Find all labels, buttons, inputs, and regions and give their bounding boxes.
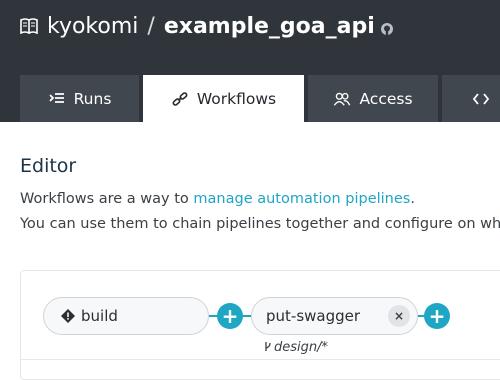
branch-icon (265, 342, 271, 351)
remove-pipeline-button[interactable]: × (388, 305, 410, 327)
book-icon (20, 18, 38, 34)
tab-runs[interactable]: Runs (20, 75, 139, 122)
pipeline-name: build (81, 307, 118, 325)
tab-workflows-label: Workflows (196, 89, 277, 108)
tab-workflows[interactable]: Workflows (143, 75, 304, 122)
pipeline-node-build[interactable]: build (43, 297, 209, 335)
desc-suffix: . (410, 191, 415, 207)
panel-divider (21, 359, 500, 360)
page-title: kyokomi / example_goa_api (20, 11, 393, 41)
automation-pipelines-link[interactable]: manage automation pipelines (193, 191, 410, 207)
pipeline-name: put-swagger (266, 307, 361, 325)
tab-code[interactable] (442, 75, 500, 122)
workflows-icon (172, 91, 188, 106)
repo-name[interactable]: example_goa_api (164, 14, 375, 39)
access-users-icon (334, 92, 351, 106)
branch-filter: design/* (264, 340, 328, 355)
desc-prefix: Workflows are a way to (20, 191, 194, 207)
runs-list-icon (48, 92, 64, 103)
breadcrumb-separator: / (147, 13, 155, 39)
branch-pattern: design/* (274, 340, 329, 355)
diamond-icon (61, 309, 75, 323)
editor-title: Editor (20, 155, 77, 177)
add-pipeline-button[interactable]: + (424, 303, 450, 329)
owner-link[interactable]: kyokomi (47, 14, 138, 39)
editor-description-line1: Workflows are a way to manage automation… (20, 191, 415, 207)
tab-runs-label: Runs (73, 89, 112, 108)
add-pipeline-button[interactable]: + (217, 303, 243, 329)
github-icon[interactable] (380, 23, 393, 35)
code-icon (472, 92, 490, 105)
tab-access[interactable]: Access (308, 75, 438, 122)
editor-description-line2: You can use them to chain pipelines toge… (20, 216, 500, 232)
tab-access-label: Access (359, 89, 413, 108)
